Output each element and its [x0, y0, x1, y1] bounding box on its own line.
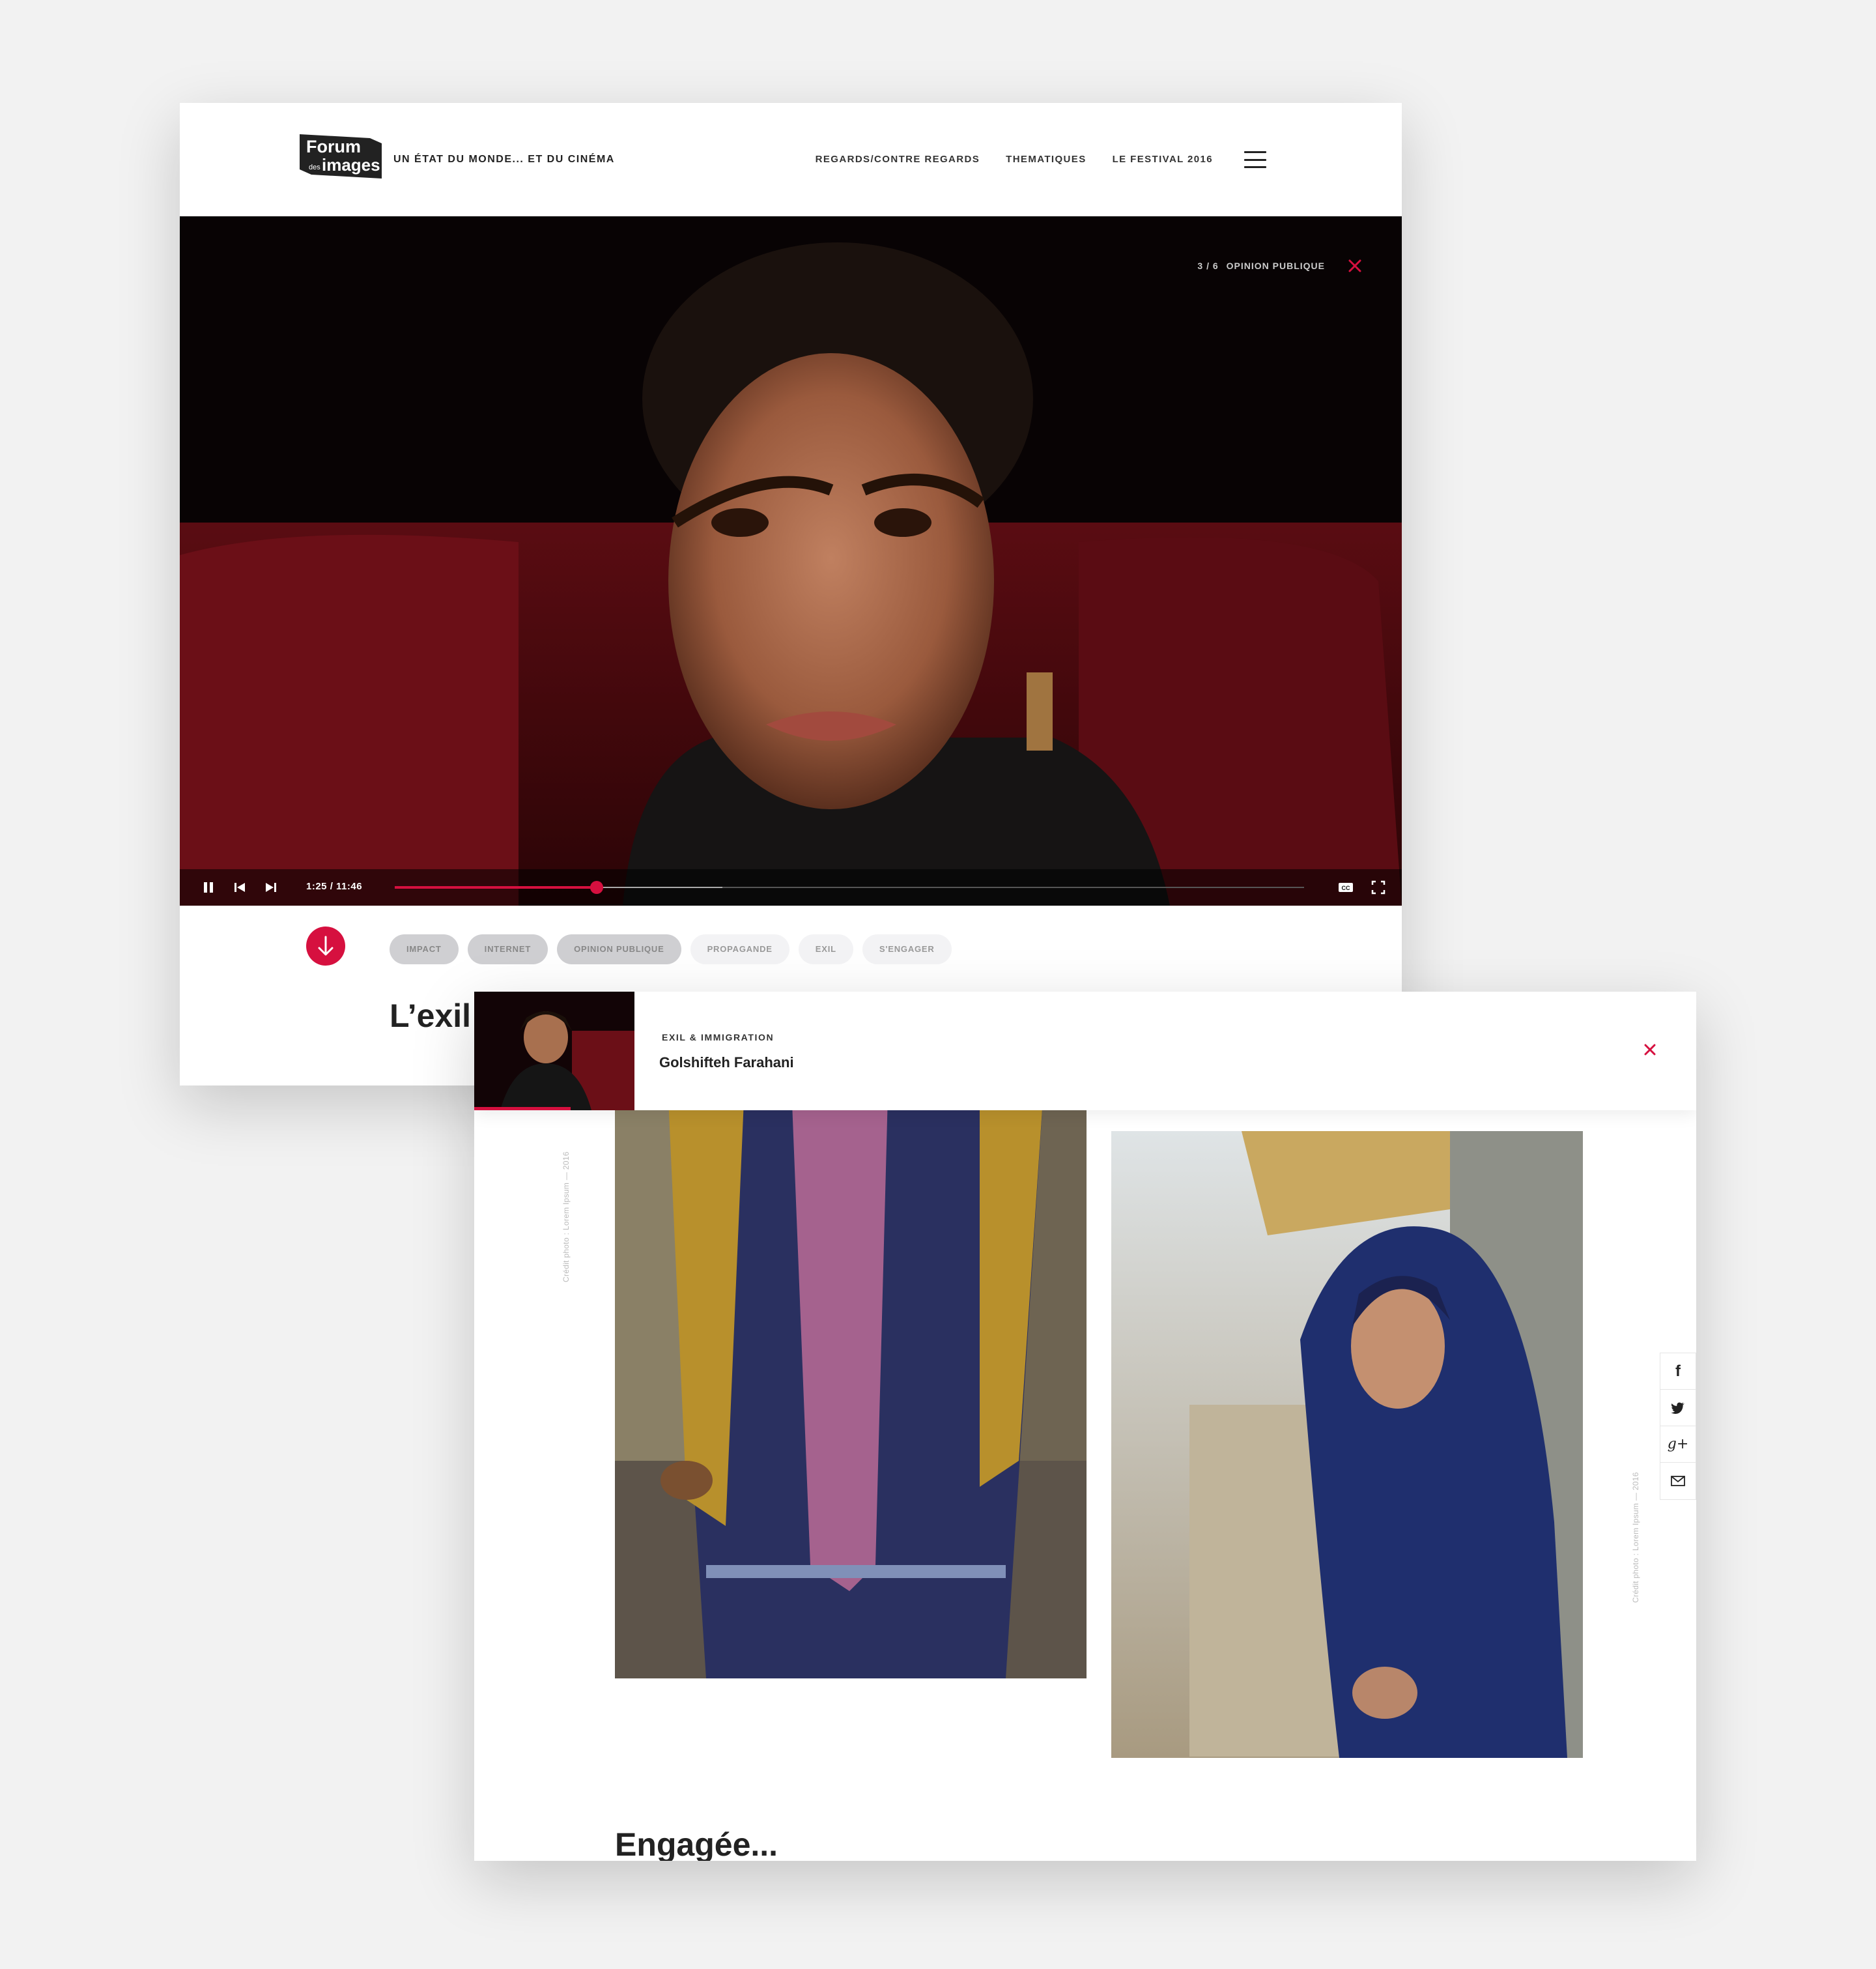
fullscreen-icon[interactable]: [1369, 878, 1387, 897]
twitter-icon[interactable]: [1660, 1390, 1696, 1426]
previous-icon[interactable]: [231, 878, 249, 897]
photo-credit-1: Crédit photo : Lorem Ipsum — 2016: [561, 1151, 571, 1282]
mini-player-category: EXIL & IMMIGRATION: [662, 1032, 775, 1042]
mini-player-thumbnail[interactable]: [474, 992, 634, 1110]
section-title: Engagée...: [615, 1826, 778, 1861]
google-plus-icon[interactable]: g+: [1660, 1426, 1696, 1463]
seek-handle[interactable]: [590, 881, 603, 894]
player-controls: 1:25 / 11:46 CC: [180, 869, 1402, 906]
nav-item-regards[interactable]: REGARDS/CONTRE REGARDS: [816, 154, 980, 165]
tag-exil[interactable]: EXIL: [798, 934, 853, 964]
logo-text-images: images: [322, 155, 380, 175]
logo-text-forum: Forum: [306, 137, 361, 156]
photo-credit-2: Crédit photo : Lorem Ipsum — 2016: [1631, 1472, 1640, 1603]
pause-icon[interactable]: [199, 878, 218, 897]
playback-time: 1:25 / 11:46: [306, 881, 363, 892]
nav-item-thematiques[interactable]: THEMATIQUES: [1006, 154, 1086, 165]
tag-internet[interactable]: INTERNET: [467, 934, 548, 964]
article-photo-1: [615, 1070, 1087, 1678]
hamburger-menu-icon[interactable]: [1244, 151, 1266, 168]
tag-list: IMPACT INTERNET OPINION PUBLIQUE PROPAGA…: [390, 934, 952, 964]
facebook-glyph: f: [1675, 1362, 1681, 1380]
main-nav: REGARDS/CONTRE REGARDS THEMATIQUES LE FE…: [816, 154, 1213, 165]
mini-player-bar: EXIL & IMMIGRATION Golshifteh Farahani: [474, 992, 1696, 1110]
video-chapter: OPINION PUBLIQUE: [1226, 261, 1325, 271]
close-icon[interactable]: [1344, 255, 1365, 276]
site-header: Forum des images UN ÉTAT DU MONDE... ET …: [180, 103, 1402, 216]
mini-player-progress: [474, 1107, 571, 1110]
close-icon[interactable]: [1640, 1040, 1660, 1059]
article-title: L’exil: [390, 998, 472, 1034]
tag-s-engager[interactable]: S'ENGAGER: [862, 934, 952, 964]
share-bar: f g+: [1660, 1353, 1696, 1500]
video-page-window: Forum des images UN ÉTAT DU MONDE... ET …: [180, 103, 1402, 1085]
tag-propagande[interactable]: PROPAGANDE: [690, 934, 789, 964]
seek-bar[interactable]: [395, 881, 1304, 894]
video-frame: [180, 216, 1402, 906]
mail-icon[interactable]: [1660, 1463, 1696, 1499]
article-page-window: EXIL & IMMIGRATION Golshifteh Farahani C…: [474, 992, 1696, 1861]
site-tagline: UN ÉTAT DU MONDE... ET DU CINÉMA: [393, 154, 615, 165]
mini-player-name: Golshifteh Farahani: [659, 1054, 794, 1071]
facebook-icon[interactable]: f: [1660, 1353, 1696, 1390]
logo-text-des: des: [309, 164, 320, 171]
arrow-down-icon[interactable]: [306, 927, 345, 966]
video-chapter-info: 3 / 6 OPINION PUBLIQUE: [1197, 261, 1325, 271]
tag-opinion-publique[interactable]: OPINION PUBLIQUE: [557, 934, 681, 964]
nav-item-festival[interactable]: LE FESTIVAL 2016: [1113, 154, 1213, 165]
video-player[interactable]: 3 / 6 OPINION PUBLIQUE 1:25 / 11:46 CC: [180, 216, 1402, 906]
forum-des-images-logo[interactable]: Forum des images: [297, 132, 384, 181]
google-plus-glyph: g+: [1667, 1436, 1689, 1452]
tag-impact[interactable]: IMPACT: [390, 934, 459, 964]
svg-text:CC: CC: [1342, 885, 1350, 891]
video-counter: 3 / 6: [1197, 261, 1219, 271]
next-icon[interactable]: [262, 878, 280, 897]
seek-progress: [395, 886, 597, 889]
article-photo-2: [1111, 1131, 1583, 1758]
closed-captions-icon[interactable]: CC: [1337, 878, 1355, 897]
